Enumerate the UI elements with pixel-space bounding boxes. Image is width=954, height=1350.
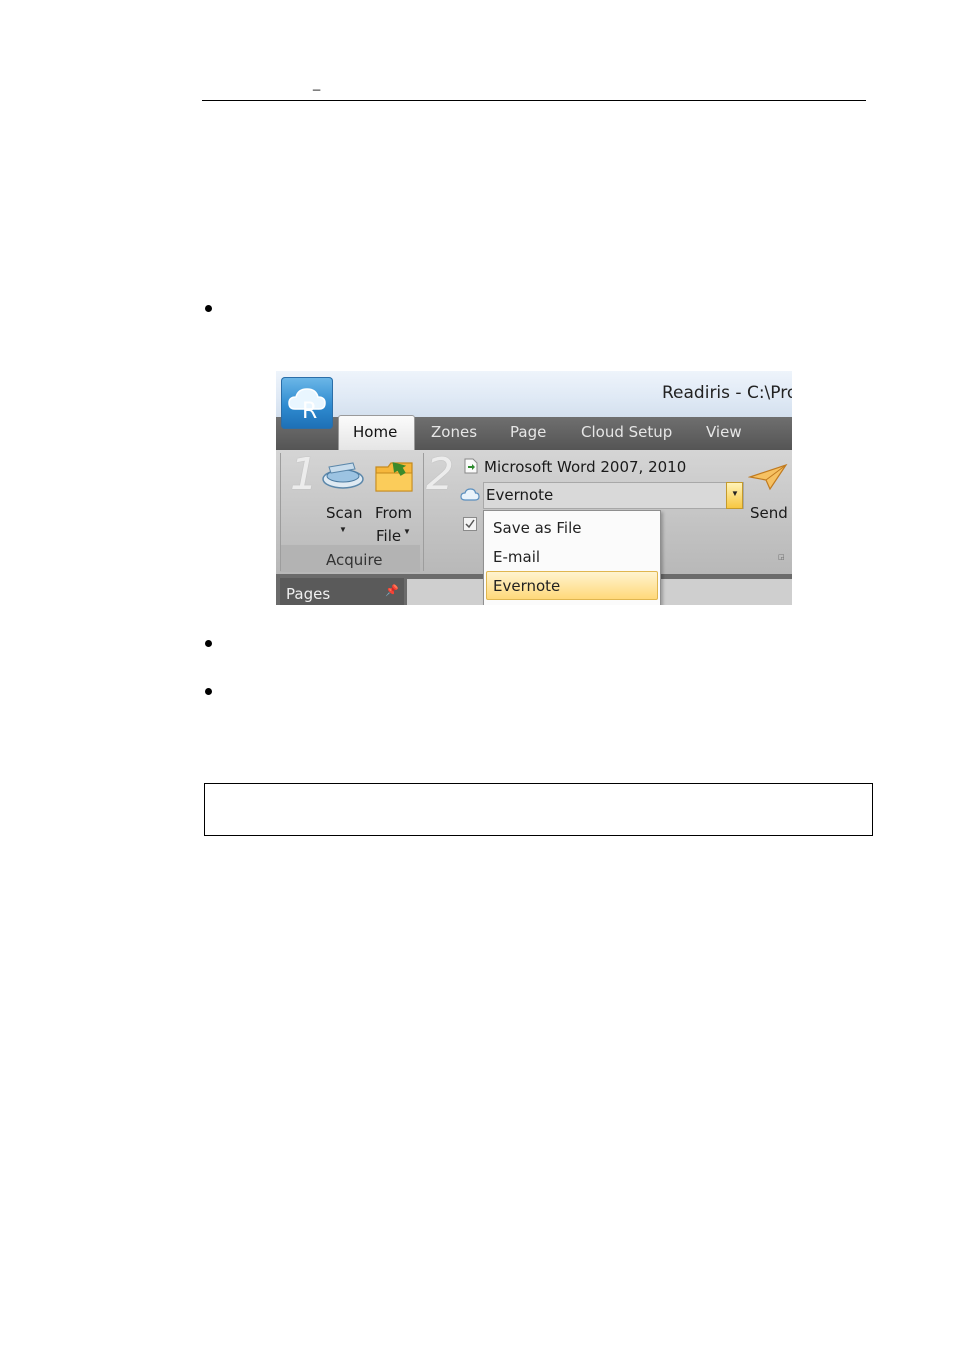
scan-dropdown-arrow-icon[interactable]: ▼ xyxy=(339,525,347,534)
tab-view[interactable]: View xyxy=(706,423,742,441)
scan-button[interactable]: Scan xyxy=(326,504,362,522)
dropdown-option-email[interactable]: E-mail xyxy=(493,548,540,566)
folder-icon xyxy=(375,462,413,492)
tab-page[interactable]: Page xyxy=(510,423,546,441)
readiris-logo-icon: R xyxy=(288,388,326,421)
group-separator xyxy=(423,453,424,571)
from-file-button-line2[interactable]: File xyxy=(376,527,401,545)
dropdown-option-evernote[interactable]: Evernote xyxy=(493,577,560,595)
bullet-2 xyxy=(205,640,212,647)
checkbox[interactable] xyxy=(463,517,477,531)
chevron-down-icon: ▼ xyxy=(731,489,739,498)
app-title: Readiris - C:\Pro xyxy=(662,383,792,403)
pages-pane-label: Pages xyxy=(286,585,331,603)
from-file-dropdown-arrow-icon[interactable]: ▼ xyxy=(403,527,411,536)
scanner-icon xyxy=(322,462,364,489)
acquire-group-label: Acquire xyxy=(326,551,383,569)
group-separator xyxy=(280,453,281,571)
app-menu-button[interactable]: R xyxy=(281,377,333,429)
logo-letter: R xyxy=(302,399,317,421)
note-box xyxy=(204,783,873,836)
tab-cloud-setup[interactable]: Cloud Setup xyxy=(581,423,672,441)
send-button[interactable]: Send xyxy=(750,504,788,522)
tab-home[interactable]: Home xyxy=(353,423,397,441)
step-number-2: 2 xyxy=(426,449,454,500)
from-file-button-line1[interactable]: From xyxy=(375,504,412,522)
bullet-1 xyxy=(205,305,212,312)
dropdown-option-save-as-file[interactable]: Save as File xyxy=(493,519,581,537)
tab-zones[interactable]: Zones xyxy=(431,423,477,441)
cloud-icon xyxy=(460,488,480,501)
destination-combobox-value: Evernote xyxy=(486,486,554,504)
paper-plane-icon xyxy=(748,463,788,491)
header-mark: _ xyxy=(313,76,321,91)
bullet-3 xyxy=(205,688,212,695)
pin-icon[interactable]: 📌 xyxy=(385,584,399,597)
output-format-label[interactable]: Microsoft Word 2007, 2010 xyxy=(484,458,686,476)
document-format-icon xyxy=(464,458,478,474)
readiris-screenshot: Readiris - C:\Pro Home Zones Page Cloud … xyxy=(276,371,792,605)
header-rule xyxy=(202,100,866,101)
dialog-launcher-icon[interactable]: ◲ xyxy=(778,553,785,561)
step-number-1: 1 xyxy=(290,449,318,500)
